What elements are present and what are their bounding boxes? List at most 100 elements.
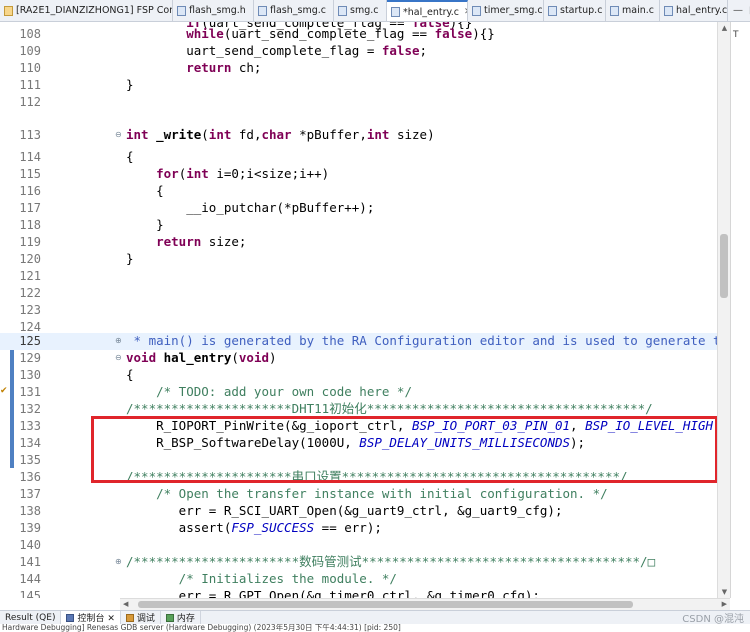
horizontal-scrollbar[interactable]: ◀ ▶ <box>120 598 730 610</box>
code-text: __io_putchar(*pBuffer++); <box>126 200 375 215</box>
tab-smg-c[interactable]: smg.c <box>334 0 387 21</box>
scroll-right-icon[interactable]: ▶ <box>722 599 727 610</box>
tab-memory[interactable]: 内存 <box>161 611 201 624</box>
code-text: int _write(int fd,char *pBuffer,int size… <box>126 127 435 142</box>
expand-toggle-icon[interactable]: ⊕ <box>115 337 123 345</box>
console-status-line: Hardware Debugging] Renesas GDB server (… <box>0 624 750 632</box>
line-number: 122 <box>19 286 41 300</box>
tab-main-c[interactable]: main.c <box>606 0 660 21</box>
tab-label: Result (QE) <box>5 612 56 623</box>
config-icon <box>4 5 13 16</box>
line-number: 115 <box>19 167 41 181</box>
code-text: while(uart_send_complete_flag == false){… <box>126 26 495 41</box>
vertical-scrollbar[interactable]: ▲ ▼ <box>717 22 730 598</box>
code-text: /* Initializes the module. */ <box>126 571 397 586</box>
code-text: R_IOPORT_PinWrite(&g_ioport_ctrl, BSP_IO… <box>126 418 720 433</box>
code-text: { <box>126 149 134 164</box>
code-line: 115 for(int i=0;i<size;i++) <box>0 166 730 183</box>
line-number: 145 <box>19 589 41 598</box>
code-editor[interactable]: if(uart_send_complete_flag == false){} 1… <box>0 22 730 598</box>
tab-console[interactable]: 控制台 ✕ <box>61 611 121 624</box>
code-text: } <box>126 77 134 92</box>
code-line: 112 <box>0 94 730 111</box>
code-line: 119 return size; <box>0 234 730 251</box>
tab-label: smg.c <box>350 5 379 16</box>
code-text: * main() is generated by the RA Configur… <box>126 333 729 348</box>
overview-label: T <box>733 30 739 40</box>
code-line: ✔ 131 /* TODO: add your own code here */ <box>0 384 730 401</box>
c-file-icon <box>258 5 267 16</box>
minimize-icon[interactable]: — <box>733 5 743 16</box>
line-number: 108 <box>19 27 41 41</box>
scrollbar-thumb[interactable] <box>138 601 633 608</box>
line-number: 109 <box>19 44 41 58</box>
tab-label: startup.c <box>560 5 603 16</box>
line-number: 134 <box>19 436 41 450</box>
expand-toggle-icon[interactable]: ⊕ <box>115 558 123 566</box>
task-marker-icon[interactable]: ✔ <box>0 386 12 398</box>
tab-label: timer_smg.c <box>484 5 543 16</box>
c-file-icon <box>610 5 619 16</box>
line-number: 113 <box>19 128 41 142</box>
code-text: } <box>126 217 164 232</box>
tab-label: 控制台 ✕ <box>77 614 115 624</box>
code-text: { <box>126 183 164 198</box>
code-line: 136 /*********************串口设置**********… <box>0 469 730 486</box>
code-line: 134 R_BSP_SoftwareDelay(1000U, BSP_DELAY… <box>0 435 730 452</box>
line-number: 132 <box>19 402 41 416</box>
line-number: 120 <box>19 252 41 266</box>
tab-debug[interactable]: 调试 <box>121 611 161 624</box>
code-line: 141 ⊕ /**********************数码管测试******… <box>0 554 730 571</box>
tab-flash-smg-c[interactable]: flash_smg.c <box>254 0 334 21</box>
console-icon <box>66 613 75 622</box>
tab-result-qe[interactable]: Result (QE) <box>0 611 62 624</box>
code-text: /* TODO: add your own code here */ <box>126 384 412 399</box>
code-line: 129 ⊖ void hal_entry(void) <box>0 350 730 367</box>
code-text: /* Open the transfer instance with initi… <box>126 486 608 501</box>
code-line: 108 while(uart_send_complete_flag == fal… <box>0 26 730 43</box>
code-line: 123 <box>0 302 730 319</box>
line-number: 130 <box>19 368 41 382</box>
line-number: 118 <box>19 218 41 232</box>
code-text: { <box>126 367 134 382</box>
tab-label: flash_smg.h <box>189 5 246 16</box>
code-text: /*********************串口设置**************… <box>126 469 628 484</box>
tab-label: 内存 <box>176 614 195 624</box>
scrollbar-thumb[interactable] <box>720 234 728 298</box>
code-line: 125 ⊕ * main() is generated by the RA Co… <box>0 333 730 350</box>
line-number: 138 <box>19 504 41 518</box>
fold-toggle-icon[interactable]: ⊖ <box>115 131 123 139</box>
tab-flash-smg-h[interactable]: flash_smg.h <box>173 0 254 21</box>
line-number: 119 <box>19 235 41 249</box>
line-number: 137 <box>19 487 41 501</box>
code-line: 120 } <box>0 251 730 268</box>
scroll-left-icon[interactable]: ◀ <box>123 599 128 610</box>
line-number: 123 <box>19 303 41 317</box>
c-file-icon <box>391 7 400 17</box>
code-text: uart_send_complete_flag = false; <box>126 43 428 58</box>
line-number: 141 <box>19 555 41 569</box>
code-line: 121 <box>0 268 730 285</box>
code-line: 138 err = R_SCI_UART_Open(&g_uart9_ctrl,… <box>0 503 730 520</box>
line-number: 121 <box>19 269 41 283</box>
line-number: 112 <box>19 95 41 109</box>
code-line: 113 ⊖ int _write(int fd,char *pBuffer,in… <box>0 127 730 144</box>
line-number: 135 <box>19 453 41 467</box>
line-number: 131 <box>19 385 41 399</box>
tab-hal-entry-c[interactable]: hal_entry.c <box>660 0 728 21</box>
tab-fsp-configuration[interactable]: [RA2E1_DIANZIZHONG1] FSP Confi... <box>0 0 173 21</box>
overview-ruler: T <box>730 22 750 598</box>
tab-startup-c[interactable]: startup.c <box>544 0 606 21</box>
tab-label: 调试 <box>136 614 155 624</box>
line-number: 129 <box>19 351 41 365</box>
tab-hal-entry-c-active[interactable]: *hal_entry.c ✕ <box>387 0 468 21</box>
line-number: 139 <box>19 521 41 535</box>
tab-timer-smg-c[interactable]: timer_smg.c <box>468 0 544 21</box>
code-line: 122 <box>0 285 730 302</box>
code-text: return ch; <box>126 60 262 75</box>
code-line: 137 /* Open the transfer instance with i… <box>0 486 730 503</box>
code-line: 109 uart_send_complete_flag = false; <box>0 43 730 60</box>
tab-label: *hal_entry.c <box>403 6 459 18</box>
code-line: 144 /* Initializes the module. */ <box>0 571 730 588</box>
fold-toggle-icon[interactable]: ⊖ <box>115 354 123 362</box>
